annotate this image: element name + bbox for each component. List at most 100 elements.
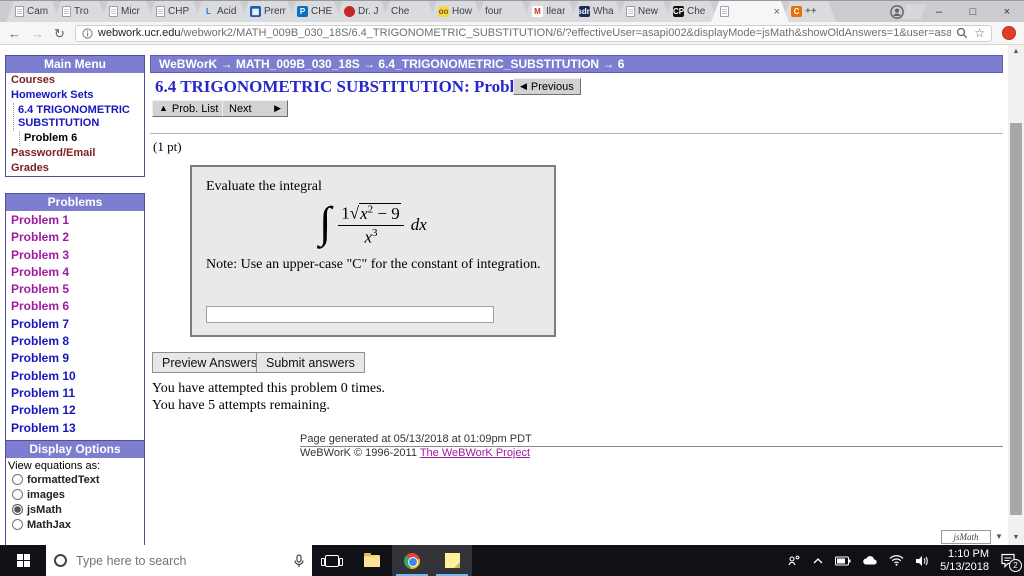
sidebar-item-problem-6: Problem 6 [19,131,144,146]
preview-answers-button[interactable]: Preview Answers [152,352,268,373]
problem-link[interactable]: Problem 8 [6,333,144,350]
action-center-button[interactable]: 2 [1000,553,1022,572]
display-option[interactable]: images [6,487,144,502]
address-bar[interactable]: webwork.ucr.edu/webwork2/MATH_009B_030_1… [74,24,992,42]
next-button[interactable]: Next ▶ [222,100,288,117]
sidebar-item-password-email[interactable]: Password/Email [6,146,144,161]
refresh-icon[interactable]: ↻ [54,27,65,40]
attempts-count-text: You have attempted this problem 0 times. [152,381,386,396]
browser-tab[interactable]: P CHE [288,1,342,22]
radio-label: images [27,488,65,501]
main-menu-header: Main Menu [6,56,144,73]
site-favicon: oo [438,6,449,16]
browser-tab[interactable]: four [476,1,530,22]
back-icon[interactable]: ← [8,27,21,40]
problem-link[interactable]: Problem 7 [6,316,144,333]
task-view-button[interactable] [312,545,352,576]
previous-button[interactable]: ◀ Previous [513,78,581,95]
browser-tab[interactable]: C ++ [782,1,836,22]
people-icon[interactable] [787,554,801,568]
maximize-button[interactable]: □ [956,1,990,23]
radio-input[interactable] [12,474,23,485]
display-option[interactable]: jsMath [6,502,144,517]
sidebar-item-homework-sets[interactable]: Homework Sets [6,88,144,103]
problem-link[interactable]: Problem 6 [6,298,144,315]
submit-answers-button[interactable]: Submit answers [256,352,365,373]
problems-header: Problems [6,194,144,211]
browser-tab[interactable]: CP Che [664,1,718,22]
minimize-button[interactable]: – [922,1,956,23]
microphone-icon[interactable] [294,553,304,568]
problem-list-button[interactable]: ▲ Prob. List [152,100,226,117]
problem-link[interactable]: Problem 4 [6,264,144,281]
sidebar-item-grades[interactable]: Grades [6,161,144,176]
close-button[interactable]: × [990,1,1024,23]
scrollbar[interactable]: ▲ ▼ [1008,45,1024,545]
browser-tab[interactable]: Micr [100,1,154,22]
taskbar-search[interactable] [46,545,312,576]
problem-link[interactable]: Problem 10 [6,368,144,385]
sidebar-item-problem-set[interactable]: 6.4 TRIGONOMETRIC SUBSTITUTION [13,103,144,131]
problem-link[interactable]: Problem 1 [6,212,144,229]
hidden-icons-chevron[interactable] [812,557,824,565]
radio-input[interactable] [12,489,23,500]
battery-icon[interactable] [835,556,851,566]
browser-tab-active[interactable]: × [711,1,789,22]
scroll-down-icon[interactable]: ▼ [1008,531,1024,545]
bookmark-star-icon[interactable]: ☆ [974,27,985,39]
browser-tab[interactable]: L Acid [194,1,248,22]
breadcrumb[interactable]: WeBWorK → MATH_009B_030_18S → 6.4_TRIGON… [150,55,1003,73]
browser-tab[interactable]: M Ilear [523,1,577,22]
webwork-project-link[interactable]: The WeBWorK Project [420,447,530,459]
browser-tab[interactable]: Cam [6,1,60,22]
page-info-icon[interactable] [82,27,93,39]
browser-tab[interactable]: oo How [429,1,483,22]
browser-tab[interactable]: ▦ Prem [241,1,295,22]
url-path: /webwork2/MATH_009B_030_18S/6.4_TRIGONOM… [180,27,952,39]
numerator-coefficient: 1 [341,203,350,223]
jsmath-dropdown-icon[interactable]: ▼ [995,532,1003,541]
radio-input[interactable] [12,504,23,515]
jsmath-button[interactable]: jsMath [941,530,991,544]
browser-tab[interactable]: Dr. J [335,1,389,22]
page-favicon [156,6,165,17]
problem-link[interactable]: Problem 5 [6,281,144,298]
site-favicon [344,6,355,17]
browser-tab[interactable]: Tro [53,1,107,22]
problem-link[interactable]: Problem 13 [6,420,144,437]
chrome-taskbar-button[interactable] [392,545,432,576]
zoom-icon[interactable] [956,27,968,39]
sidebar-item-courses[interactable]: Courses [6,73,144,88]
extension-icon[interactable] [1002,26,1016,40]
display-option[interactable]: MathJax [6,517,144,532]
search-input[interactable] [74,552,287,569]
answer-input[interactable] [206,306,494,323]
browser-tab[interactable]: sdn Wha [570,1,624,22]
problem-link[interactable]: Problem 9 [6,350,144,367]
sticky-notes-button[interactable] [432,545,472,576]
numerator: 1√x2 − 9 [338,202,404,226]
browser-tab[interactable]: CHP [147,1,201,22]
tab-title: ++ [805,6,817,17]
file-explorer-button[interactable] [352,545,392,576]
scrollbar-thumb[interactable] [1010,123,1022,515]
display-option[interactable]: formattedText [6,472,144,487]
radio-input[interactable] [12,519,23,530]
taskbar-clock[interactable]: 1:10 PM 5/13/2018 [940,548,989,574]
scroll-up-icon[interactable]: ▲ [1008,45,1024,59]
forward-icon[interactable]: → [31,27,44,40]
onedrive-icon[interactable] [862,555,878,566]
problem-link[interactable]: Problem 3 [6,247,144,264]
volume-icon[interactable] [915,555,929,567]
view-equations-label: View equations as: [8,460,101,472]
browser-tab[interactable]: Che [382,1,436,22]
problem-link[interactable]: Problem 2 [6,229,144,246]
problem-link[interactable]: Problem 12 [6,402,144,419]
start-button[interactable] [0,545,46,576]
problem-link[interactable]: Problem 11 [6,385,144,402]
wifi-icon[interactable] [889,555,904,566]
copyright-text: WeBWorK © 1996-2011 The WeBWorK Project [300,447,530,459]
browser-tab[interactable]: New [617,1,671,22]
tab-close-icon[interactable]: × [774,6,780,18]
profile-icon[interactable] [890,5,904,19]
